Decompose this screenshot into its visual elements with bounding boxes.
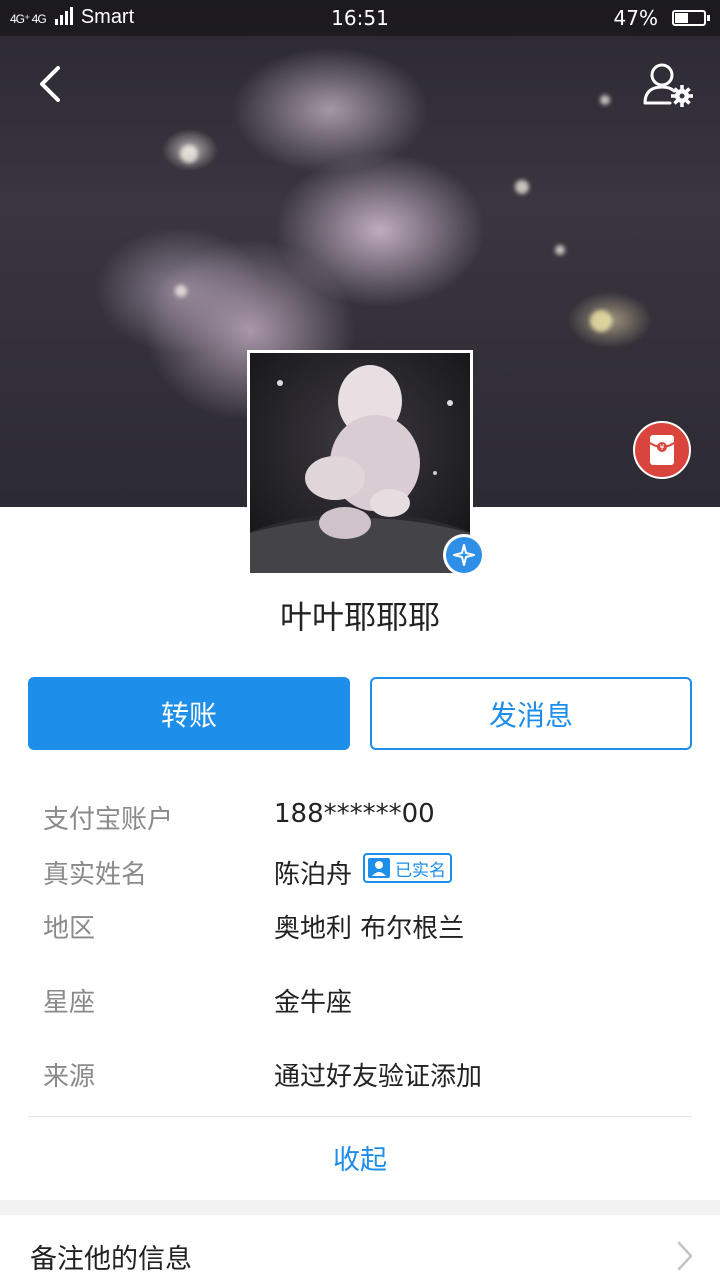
realname-badge-text: 已实名 (395, 860, 446, 881)
collapse-link[interactable]: 收起 (0, 1138, 720, 1177)
back-button[interactable] (28, 60, 76, 108)
info-label-account: 支付宝账户 (43, 805, 174, 835)
transfer-button[interactable]: 转账 (28, 677, 350, 750)
clock: 16:51 (331, 6, 389, 30)
info-value-zodiac: 金牛座 (274, 988, 353, 1018)
avatar[interactable] (247, 350, 473, 576)
avatar-image (250, 353, 470, 573)
battery-percent: 47% (613, 6, 658, 30)
red-packet-button[interactable]: ¥ (633, 421, 691, 479)
battery-icon (672, 10, 710, 26)
id-person-icon (368, 858, 390, 878)
realname-verified-badge: 已实名 (363, 853, 452, 883)
info-label-realname: 真实姓名 (43, 860, 148, 890)
verified-badge (443, 534, 485, 576)
remark-label: 备注他的信息 (30, 1244, 192, 1275)
user-settings-icon (643, 63, 693, 107)
verified-star-icon (453, 544, 475, 566)
info-value-source: 通过好友验证添加 (274, 1062, 483, 1092)
info-label-zodiac: 星座 (43, 988, 96, 1018)
red-packet-icon: ¥ (649, 435, 675, 465)
profile-settings-button[interactable] (642, 60, 694, 110)
info-label-source: 来源 (43, 1062, 96, 1092)
send-message-button[interactable]: 发消息 (370, 677, 692, 750)
info-label-region: 地区 (43, 914, 96, 944)
nickname: 叶叶耶耶耶 (279, 598, 440, 636)
info-value-account: 188******00 (274, 799, 435, 829)
info-value-realname: 陈泊舟 (274, 860, 353, 890)
chevron-right-icon (676, 1240, 694, 1272)
info-value-region: 奥地利 布尔根兰 (274, 914, 465, 944)
svg-text:¥: ¥ (659, 443, 664, 452)
status-bar: 4G⁺ 4G Smart 16:51 47% (0, 0, 720, 36)
divider (28, 1116, 692, 1117)
chevron-left-icon (40, 66, 60, 102)
